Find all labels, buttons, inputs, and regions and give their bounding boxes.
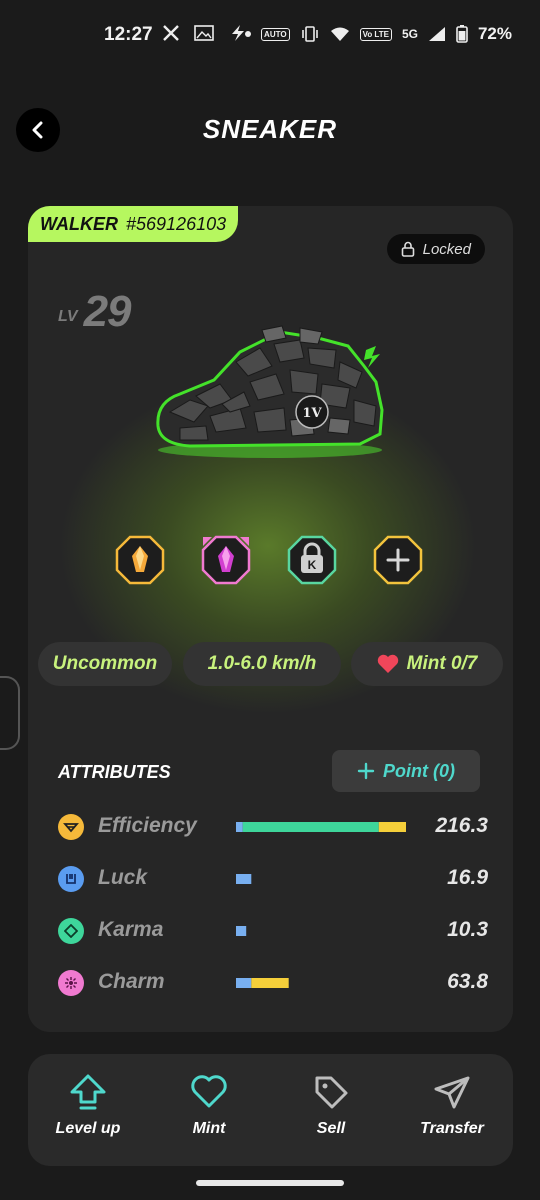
sell-button[interactable]: Sell — [276, 1072, 386, 1138]
transfer-button[interactable]: Transfer — [397, 1072, 507, 1138]
attribute-bar — [236, 926, 247, 936]
bottom-action-bar: Level up Mint Sell Transfer — [28, 1054, 513, 1166]
page-title: SNEAKER — [202, 114, 338, 144]
vibrate-icon — [301, 26, 318, 42]
attribute-name: Luck — [98, 866, 148, 889]
send-icon — [434, 1076, 470, 1109]
karma-icon — [58, 918, 84, 944]
attribute-bar — [236, 978, 289, 988]
level-display: LV 29 — [58, 287, 132, 336]
x-app-icon — [163, 25, 179, 41]
charm-icon — [58, 970, 84, 996]
clock: 12:27 — [104, 24, 153, 45]
level-up-arrow-icon — [70, 1074, 106, 1110]
bar-base-segment — [236, 874, 252, 884]
heart-icon — [377, 654, 398, 673]
level-up-button[interactable]: Level up — [33, 1072, 143, 1138]
home-indicator[interactable] — [196, 1180, 344, 1186]
bar-extra-segment — [251, 978, 289, 988]
lock-socket-icon[interactable]: K — [286, 534, 338, 586]
sneaker-tag: WALKER #569126103 — [28, 206, 239, 242]
speed-pill: 1.0-6.0 km/h — [183, 642, 341, 686]
battery-level: 72% — [477, 24, 512, 43]
bar-base-segment — [236, 978, 252, 988]
sneaker-badge: 1V — [302, 406, 322, 421]
network-type: 5G — [401, 27, 418, 41]
attribute-value: 10.3 — [447, 918, 488, 941]
sneaker-card: WALKER #569126103 Locked LV 29 1V K Unco… — [28, 206, 513, 1032]
sneaker-image: 1V — [156, 325, 384, 458]
edge-panel-handle[interactable] — [0, 676, 20, 750]
status-bar: 12:27 AUTO Vo LTE 5G 72% — [0, 0, 540, 72]
bar-extra-segment — [378, 822, 406, 832]
plus-icon — [357, 762, 375, 780]
pink-gem-icon[interactable] — [200, 534, 252, 586]
add-point-button[interactable]: Point (0) — [332, 750, 480, 792]
attribute-value: 16.9 — [447, 866, 488, 889]
level-label: LV — [58, 308, 78, 325]
bar-base-segment — [236, 822, 243, 832]
auto-brightness-icon: AUTO — [261, 27, 290, 41]
attribute-name: Karma — [98, 918, 164, 941]
attributes-title: ATTRIBUTES — [58, 762, 171, 782]
attribute-name: Charm — [98, 970, 165, 993]
volte-icon: Vo LTE — [359, 27, 392, 41]
lock-status: Locked — [422, 240, 471, 258]
tag-icon — [315, 1076, 348, 1109]
lock-icon — [401, 241, 414, 257]
gallery-icon — [194, 25, 214, 41]
wifi-icon — [330, 27, 349, 41]
bar-base-segment — [236, 926, 247, 936]
attribute-efficiency: Efficiency 216.3 — [58, 812, 488, 842]
level-number: 29 — [83, 287, 132, 336]
attribute-bar — [236, 822, 406, 832]
yellow-gem-icon[interactable] — [114, 534, 166, 586]
luck-icon — [58, 866, 84, 892]
add-socket-icon[interactable] — [372, 534, 424, 586]
sneaker-id: #569126103 — [126, 213, 227, 234]
dot-icon — [245, 31, 252, 37]
rarity-pill: Uncommon — [38, 642, 172, 686]
attribute-charm: Charm 63.8 — [58, 968, 488, 998]
locked-badge: Locked — [386, 234, 485, 264]
efficiency-icon — [58, 814, 84, 840]
attribute-luck: Luck 16.9 — [58, 864, 488, 894]
sneaker-class: WALKER — [40, 213, 118, 234]
heart-outline-icon — [191, 1075, 227, 1108]
signal-icon — [428, 27, 445, 41]
attribute-karma: Karma 10.3 — [58, 916, 488, 946]
attribute-bar — [236, 874, 252, 884]
svg-text:K: K — [308, 558, 317, 572]
bar-bonus-segment — [242, 822, 379, 832]
attribute-value: 216.3 — [435, 814, 488, 837]
attribute-name: Efficiency — [98, 814, 197, 837]
attribute-value: 63.8 — [447, 970, 488, 993]
mint-button[interactable]: Mint — [154, 1072, 264, 1138]
mint-pill: Mint 0/7 — [351, 642, 503, 686]
battery-icon — [456, 25, 468, 43]
